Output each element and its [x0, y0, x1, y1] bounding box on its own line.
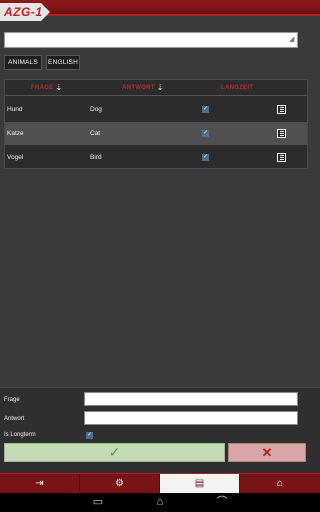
home-chevron-icon: ⌂ [156, 496, 164, 508]
cancel-button[interactable]: ✕ [228, 443, 306, 462]
back-button[interactable]: ⌒ [208, 493, 236, 512]
column-header-frage[interactable]: FRAGE ⇣ [31, 80, 63, 96]
tab-settings[interactable]: ⚙ [80, 474, 160, 494]
longterm-checkbox[interactable]: ✓ [86, 432, 93, 439]
tab-logout[interactable]: ⇥ [0, 474, 80, 494]
recent-apps-button[interactable]: ▭ [84, 493, 112, 512]
detail-icon[interactable] [277, 105, 286, 114]
cell-antwort: Bird [90, 154, 102, 161]
filter-chip-animals[interactable]: ANIMALS [4, 55, 42, 70]
sort-down-icon: ⇣ [55, 83, 63, 92]
logout-icon: ⇥ [35, 478, 44, 489]
longterm-label: Is Longterm [4, 432, 36, 438]
tab-home[interactable]: ⌂ [240, 474, 320, 494]
home-icon: ⌂ [276, 478, 284, 489]
detail-icon[interactable] [277, 129, 286, 138]
frage-input[interactable] [85, 397, 297, 410]
system-nav-bar: ▭ ⌂ ⌒ [0, 493, 320, 512]
cell-frage: Vogel [7, 154, 24, 161]
cell-antwort: Cat [90, 130, 101, 137]
langzeit-checkbox[interactable]: ✓ [202, 106, 209, 113]
column-header-langzeit[interactable]: LANGZEIT [221, 80, 253, 96]
back-icon: ⌒ [216, 496, 228, 508]
home-button[interactable]: ⌂ [146, 493, 174, 512]
gear-icon: ⚙ [115, 478, 124, 489]
recent-apps-icon: ▭ [92, 496, 104, 508]
antwort-label: Antwort [4, 416, 25, 422]
list-icon: ▤ [194, 478, 205, 489]
close-icon: ✕ [261, 445, 273, 460]
table-row[interactable]: Vogel Bird ✓ [5, 146, 307, 169]
cell-antwort: Dog [90, 106, 102, 113]
tab-list[interactable]: ▤ [160, 474, 240, 494]
filter-chip-english[interactable]: ENGLISH [46, 55, 80, 70]
frage-label: Frage [4, 397, 20, 403]
table-row[interactable]: Katze Cat ✓ [5, 122, 307, 145]
table-row[interactable]: Hund Dog ✓ [5, 98, 307, 121]
vocabulary-table: FRAGE ⇣ ANTWORT ⇣ LANGZEIT Hund Dog ✓ Ka… [4, 79, 308, 169]
entry-form: Frage Antwort Is Longterm ✓ ✓ ✕ [0, 387, 320, 473]
confirm-button[interactable]: ✓ [4, 443, 225, 462]
cell-frage: Hund [7, 106, 23, 113]
resize-handle-icon: ◢ [289, 36, 295, 43]
bottom-tab-bar: ⇥ ⚙ ▤ ⌂ [0, 473, 320, 494]
sort-down-icon: ⇣ [156, 83, 164, 92]
detail-icon[interactable] [277, 153, 286, 162]
search-input[interactable] [5, 36, 297, 50]
langzeit-checkbox[interactable]: ✓ [202, 154, 209, 161]
search-field[interactable]: ◢ [4, 32, 298, 50]
frage-field[interactable] [84, 392, 298, 410]
cell-frage: Katze [7, 130, 24, 137]
antwort-input[interactable] [85, 416, 297, 429]
checkmark-icon: ✓ [108, 444, 121, 460]
antwort-field[interactable] [84, 411, 298, 429]
app-logo: AZG-1 [0, 3, 50, 21]
column-header-antwort[interactable]: ANTWORT ⇣ [122, 80, 164, 96]
table-header: FRAGE ⇣ ANTWORT ⇣ LANGZEIT [5, 80, 307, 96]
langzeit-checkbox[interactable]: ✓ [202, 130, 209, 137]
